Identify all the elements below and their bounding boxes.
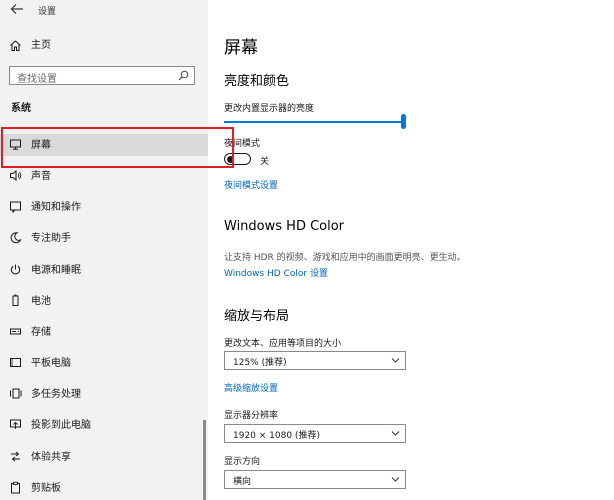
night-light-settings-link[interactable]: 夜间模式设置 — [224, 178, 278, 191]
clipboard-icon — [11, 481, 20, 494]
orientation-select[interactable]: 横向 — [224, 470, 406, 489]
hd-color-description: 让支持 HDR 的视频、游戏和应用中的画面更明亮、更生动。 — [224, 253, 466, 263]
settings-window: 设置 主页 查找设置 系统 屏幕 声音 通知和操作 专注助手 电源和睡眠 电池 … — [0, 0, 614, 500]
scale-layout-heading: 缩放与布局 — [224, 309, 290, 324]
resolution-select[interactable]: 1920 × 1080 (推荐) — [224, 424, 406, 443]
sidebar-item-multitasking[interactable]: 多任务处理 — [0, 383, 208, 405]
search-icon[interactable] — [178, 70, 189, 81]
page-title: 屏幕 — [224, 38, 258, 58]
sidebar: 设置 主页 查找设置 系统 屏幕 声音 通知和操作 专注助手 电源和睡眠 电池 … — [0, 0, 208, 500]
brightness-slider-label: 更改内置显示器的亮度 — [224, 104, 315, 114]
app-title: 设置 — [38, 7, 57, 17]
sidebar-item-label: 平板电脑 — [31, 358, 71, 369]
moon-icon — [10, 232, 22, 244]
scale-value: 125% (推荐) — [233, 358, 287, 368]
power-icon — [10, 264, 21, 275]
chevron-down-icon — [391, 358, 400, 363]
hd-color-settings-link[interactable]: Windows HD Color 设置 — [224, 266, 328, 279]
sidebar-item-label: 电源和睡眠 — [31, 265, 81, 276]
scale-select[interactable]: 125% (推荐) — [224, 351, 406, 370]
sidebar-item-label: 投影到此电脑 — [31, 420, 91, 431]
project-icon — [10, 419, 21, 429]
sidebar-item-focus-assist[interactable]: 专注助手 — [0, 227, 208, 249]
search-input[interactable]: 查找设置 — [9, 66, 195, 85]
hd-color-heading: Windows HD Color — [224, 219, 345, 234]
highlight-box — [1, 127, 234, 168]
back-arrow-icon[interactable] — [10, 3, 24, 15]
chevron-down-icon — [391, 477, 400, 482]
brightness-slider-thumb[interactable] — [401, 114, 406, 129]
sidebar-item-power-sleep[interactable]: 电源和睡眠 — [0, 259, 208, 281]
display-settings-panel: 屏幕 亮度和颜色 更改内置显示器的亮度 夜间模式 关 夜间模式设置 Window… — [208, 0, 614, 500]
sidebar-item-label: 体验共享 — [31, 452, 71, 463]
sidebar-item-clipboard[interactable]: 剪贴板 — [0, 477, 208, 499]
resolution-label: 显示器分辨率 — [224, 411, 279, 421]
battery-icon — [12, 294, 19, 306]
notification-icon — [10, 201, 21, 213]
orientation-label: 显示方向 — [224, 457, 261, 467]
brightness-heading: 亮度和颜色 — [224, 74, 290, 89]
orientation-value: 横向 — [233, 477, 252, 487]
home-icon — [10, 40, 21, 51]
sidebar-item-label: 电池 — [31, 296, 51, 307]
home-link[interactable]: 主页 — [0, 37, 208, 55]
sidebar-item-sound[interactable]: 声音 — [0, 165, 208, 187]
share-icon — [11, 451, 20, 462]
scale-label: 更改文本、应用等项目的大小 — [224, 339, 342, 349]
resolution-value: 1920 × 1080 (推荐) — [233, 431, 320, 441]
sidebar-item-storage[interactable]: 存储 — [0, 321, 208, 343]
sidebar-item-label: 通知和操作 — [31, 202, 81, 213]
sidebar-item-label: 声音 — [31, 171, 51, 182]
sidebar-item-label: 专注助手 — [31, 233, 71, 244]
speaker-icon — [10, 169, 22, 182]
night-light-state: 关 — [260, 157, 270, 167]
home-label: 主页 — [31, 40, 51, 51]
sidebar-item-tablet[interactable]: 平板电脑 — [0, 352, 208, 374]
advanced-scaling-link[interactable]: 高级缩放设置 — [224, 381, 278, 394]
sidebar-item-battery[interactable]: 电池 — [0, 290, 208, 312]
sidebar-item-notifications[interactable]: 通知和操作 — [0, 196, 208, 218]
search-placeholder: 查找设置 — [17, 74, 57, 85]
chevron-down-icon — [391, 431, 400, 436]
multitask-icon — [10, 388, 22, 399]
sidebar-item-label: 多任务处理 — [31, 389, 81, 400]
section-label: 系统 — [11, 103, 31, 114]
brightness-slider-track[interactable] — [224, 121, 402, 123]
sidebar-item-shared-experiences[interactable]: 体验共享 — [0, 446, 208, 468]
sidebar-scrollbar[interactable] — [203, 420, 206, 500]
storage-icon — [10, 328, 21, 335]
sidebar-item-project-to-pc[interactable]: 投影到此电脑 — [0, 414, 208, 436]
sidebar-item-label: 剪贴板 — [31, 483, 61, 494]
tablet-icon — [10, 358, 21, 367]
sidebar-item-label: 存储 — [31, 327, 51, 338]
